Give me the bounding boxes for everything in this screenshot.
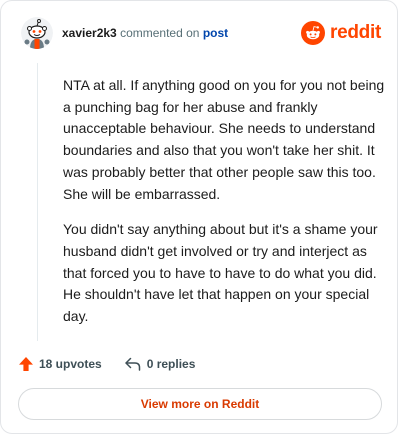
snoo-avatar-icon: [21, 17, 53, 49]
upvote-count: 18 upvotes: [39, 357, 102, 371]
comment-header: xavier2k3 commented on post reddit: [17, 17, 381, 53]
thread-line: [37, 63, 38, 341]
username-link[interactable]: xavier2k3: [62, 26, 117, 40]
comment-paragraph-2: You didn't say anything about but it's a…: [63, 221, 378, 325]
user-avatar[interactable]: [21, 17, 53, 49]
reply-count: 0 replies: [146, 357, 196, 371]
comment-paragraph-1: NTA at all. If anything good on you for …: [63, 77, 385, 202]
reddit-logo[interactable]: reddit: [301, 20, 381, 46]
embedded-comment-card: xavier2k3 commented on post reddit NTA a…: [0, 0, 398, 434]
upvote-button[interactable]: 18 upvotes: [18, 356, 102, 372]
comment-meta: xavier2k3 commented on post: [62, 26, 228, 41]
replies-button[interactable]: 0 replies: [124, 356, 196, 372]
comment-body: NTA at all. If anything good on you for …: [63, 75, 389, 342]
view-more-button[interactable]: View more on Reddit: [18, 388, 382, 420]
upvote-arrow-icon: [19, 357, 33, 371]
reddit-wordmark: reddit: [330, 22, 381, 43]
commented-on-text: commented on: [120, 26, 200, 40]
post-link[interactable]: post: [203, 26, 228, 40]
reddit-alien-icon: [301, 21, 326, 45]
reply-arrow-icon: [124, 357, 140, 371]
comment-actions: 18 upvotes 0 replies: [18, 353, 195, 375]
